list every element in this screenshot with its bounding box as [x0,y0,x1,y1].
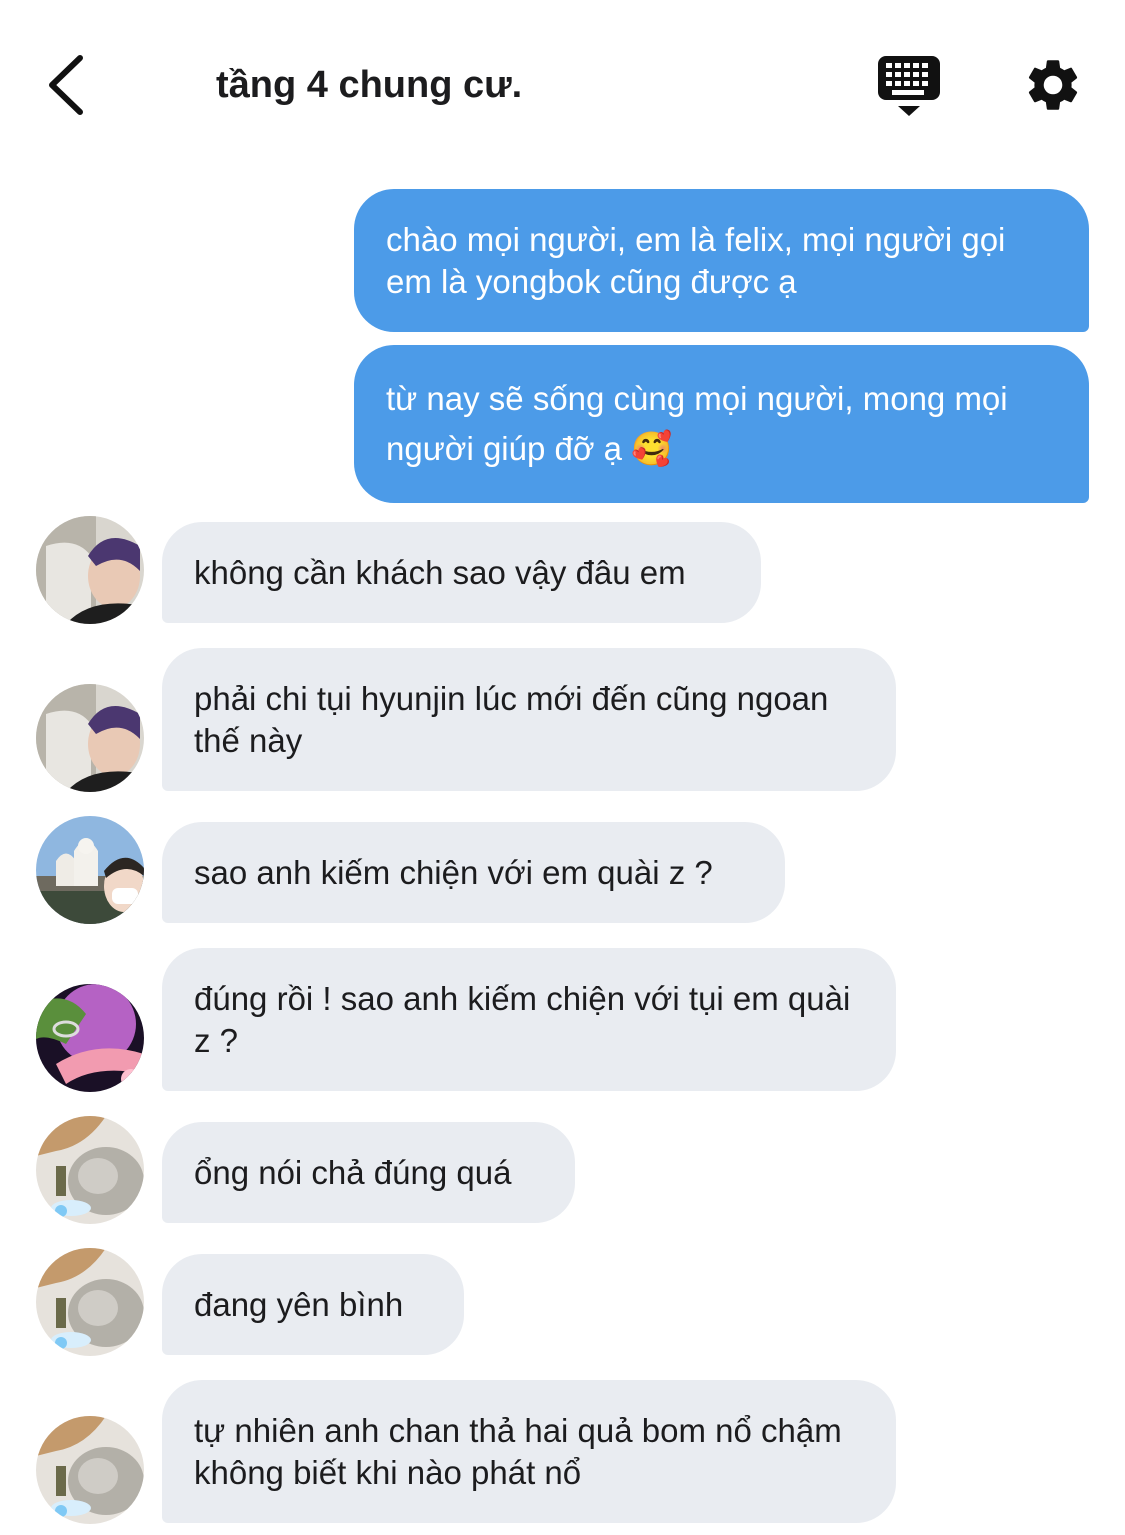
avatar[interactable] [36,684,144,792]
message-bubble-sent[interactable]: từ nay sẽ sống cùng mọi người, mong mọi … [354,345,1089,503]
message-text: từ nay sẽ sống cùng mọi người, mong mọi … [386,380,1008,467]
chat-header: tầng 4 chung cư. [0,0,1125,170]
back-button[interactable] [40,50,100,120]
message-text: tự nhiên anh chan thả hai quả bom nổ chậ… [194,1411,842,1491]
message-text: chào mọi người, em là felix, mọi người g… [386,220,1006,300]
avatar[interactable] [36,816,144,924]
message-bubble-received[interactable]: không cần khách sao vậy đâu em [162,522,761,623]
message-text: sao anh kiếm chiện với em quài z ? [194,853,713,891]
avatar[interactable] [36,984,144,1092]
message-bubble-received[interactable]: phải chi tụi hyunjin lúc mới đến cũng ng… [162,648,896,791]
keyboard-icon [878,56,940,116]
avatar[interactable] [36,1116,144,1224]
message-text: phải chi tụi hyunjin lúc mới đến cũng ng… [194,679,829,759]
gear-icon [1028,60,1078,110]
settings-button[interactable] [1022,54,1084,116]
message-bubble-received[interactable]: sao anh kiếm chiện với em quài z ? [162,822,785,923]
message-text: không cần khách sao vậy đâu em [194,553,686,591]
avatar[interactable] [36,1248,144,1356]
message-bubble-received[interactable]: đúng rồi ! sao anh kiếm chiện với tụi em… [162,948,896,1091]
message-text: đang yên bình [194,1285,404,1323]
message-bubble-received[interactable]: ổng nói chả đúng quá [162,1122,575,1223]
message-bubble-sent[interactable]: chào mọi người, em là felix, mọi người g… [354,189,1089,332]
message-text: ổng nói chả đúng quá [194,1153,512,1191]
message-bubble-received[interactable]: tự nhiên anh chan thả hai quả bom nổ chậ… [162,1380,896,1523]
message-text: đúng rồi ! sao anh kiếm chiện với tụi em… [194,979,851,1059]
avatar[interactable] [36,516,144,624]
avatar[interactable] [36,1416,144,1524]
message-bubble-received[interactable]: đang yên bình [162,1254,464,1355]
keyboard-button[interactable] [876,54,942,120]
chevron-left-icon [49,55,83,115]
chat-title: tầng 4 chung cư. [216,64,523,106]
